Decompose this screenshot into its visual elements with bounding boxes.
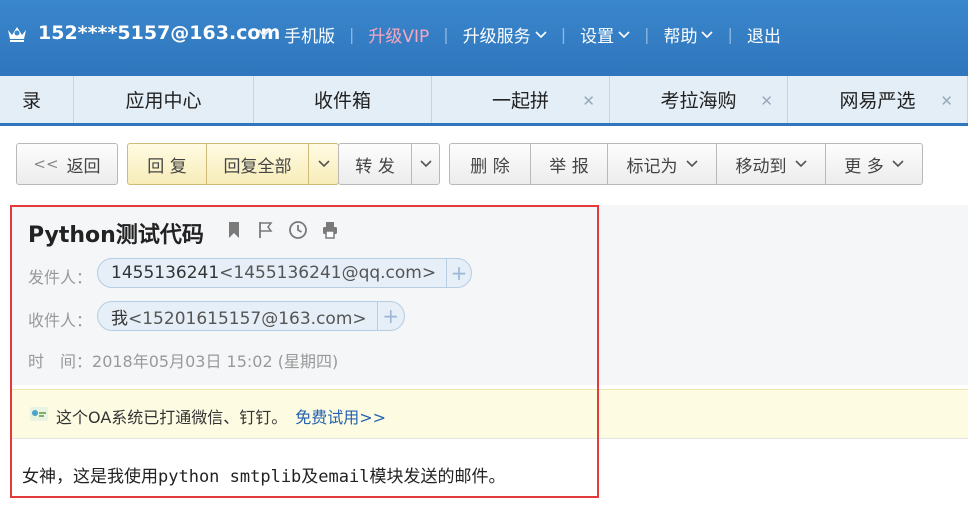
delete-button[interactable]: 删 除 (449, 143, 531, 185)
mail-subject: Python测试代码 (28, 223, 204, 248)
time-value: 2018年05月03日 15:02 (星期四) (92, 352, 339, 371)
add-contact-icon[interactable]: + (376, 302, 404, 330)
reply-button[interactable]: 回 复 (127, 143, 207, 185)
close-icon[interactable]: ✕ (760, 92, 773, 110)
chevron-down-icon (535, 30, 547, 38)
clock-icon[interactable] (288, 220, 308, 240)
chevron-down-icon (892, 160, 904, 168)
move-to-button[interactable]: 移动到 (716, 143, 826, 185)
recipient-chip[interactable]: 我<15201615157@163.com> + (97, 301, 405, 331)
report-button[interactable]: 举 报 (530, 143, 608, 185)
tab-inbox[interactable]: 收件箱 (254, 76, 432, 123)
double-chevron-left-icon: << (33, 155, 59, 173)
forward-button[interactable]: 转 发 (338, 143, 412, 185)
mail-time: 时 间：2018年05月03日 15:02 (星期四) (28, 348, 338, 372)
tab-group-buy[interactable]: 一起拼 ✕ (432, 76, 610, 123)
chevron-down-icon (618, 30, 630, 38)
print-icon[interactable] (320, 220, 340, 240)
from-label: 发件人： (28, 268, 93, 287)
sender-name: 1455136241 (111, 263, 220, 283)
add-contact-icon[interactable]: + (446, 259, 471, 287)
chevron-down-icon (419, 160, 432, 168)
to-label: 收件人： (28, 311, 93, 330)
tab-contacts[interactable]: 录 (0, 76, 74, 123)
nav-logout[interactable]: 退出 (747, 22, 781, 47)
chevron-down-icon (794, 160, 807, 168)
recipient-name: 我 (111, 308, 128, 329)
chevron-down-icon (317, 160, 330, 168)
bookmark-icon[interactable] (224, 220, 244, 240)
tab-kaola[interactable]: 考拉海购 ✕ (610, 76, 788, 123)
account-name[interactable]: 152****5157@163.com (38, 22, 280, 44)
sender-address: <1455136241@qq.com> (219, 263, 437, 283)
nav-help[interactable]: 帮助 (663, 22, 714, 47)
tab-yanxuan[interactable]: 网易严选 ✕ (788, 76, 968, 123)
tab-app-center[interactable]: 应用中心 (74, 76, 254, 123)
close-icon[interactable]: ✕ (940, 92, 953, 110)
nav-upgrade-service[interactable]: 升级服务 (463, 22, 547, 47)
nav-mobile[interactable]: 手机版 (284, 22, 335, 47)
close-icon[interactable]: ✕ (582, 92, 595, 110)
more-button[interactable]: 更 多 (825, 143, 923, 185)
reply-all-button[interactable]: 回复全部 (206, 143, 309, 185)
flag-icon[interactable] (256, 220, 276, 240)
time-label: 时 间： (28, 352, 93, 371)
recipient-address: <15201615157@163.com> (128, 308, 367, 329)
sender-chip[interactable]: 1455136241<1455136241@qq.com> + (97, 258, 472, 288)
chevron-down-icon (701, 30, 714, 38)
free-trial-link[interactable]: 免费试用>> (295, 408, 386, 427)
oa-logo-icon (30, 407, 48, 421)
nav-upgrade-vip[interactable]: 升级VIP (368, 22, 429, 47)
top-header: 152****5157@163.com 手机版 | 升级VIP | 升级服务 |… (0, 0, 968, 76)
forward-dropdown-button[interactable] (411, 143, 440, 185)
crown-icon (8, 27, 26, 42)
nav-settings[interactable]: 设置 (580, 22, 630, 47)
reply-dropdown-button[interactable] (308, 143, 339, 185)
chevron-down-icon[interactable] (258, 28, 270, 38)
top-nav: 手机版 | 升级VIP | 升级服务 | 设置 | 帮助 | 退出 (284, 22, 781, 47)
chevron-down-icon (685, 160, 698, 168)
back-button[interactable]: << 返回 (16, 143, 118, 185)
mail-body: 女神，这是我使用python smtplib及email模块发送的邮件。 (22, 467, 506, 487)
notice-text: 这个OA系统已打通微信、钉钉。 免费试用>> (56, 408, 387, 427)
tab-bar: 录 应用中心 收件箱 一起拼 ✕ 考拉海购 ✕ 网易严选 ✕ (0, 76, 968, 126)
subject-actions (224, 220, 340, 240)
mark-as-button[interactable]: 标记为 (607, 143, 717, 185)
